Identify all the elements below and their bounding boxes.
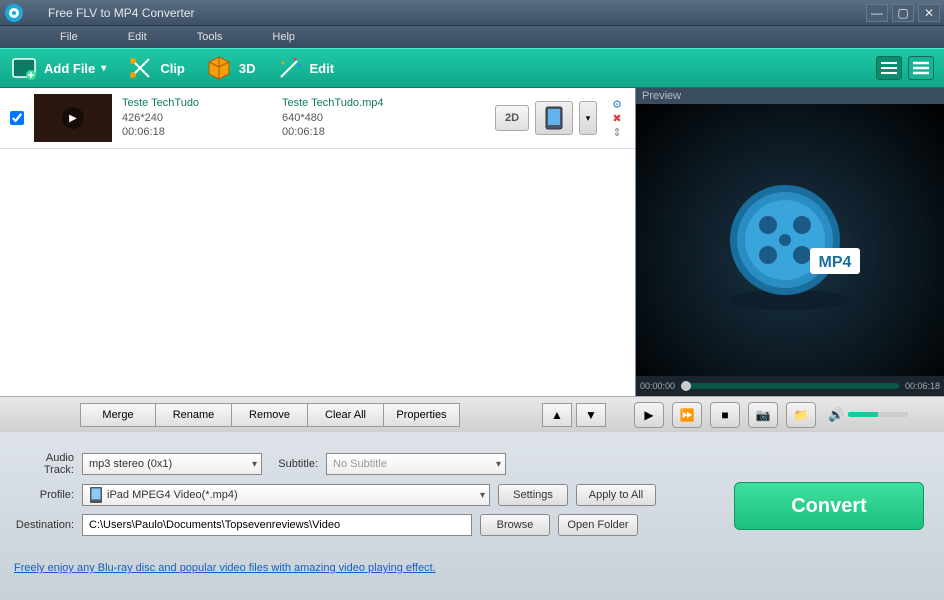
settings-panel: Audio Track: mp3 stereo (0x1) Subtitle: … <box>0 432 944 600</box>
clip-label: Clip <box>160 61 185 76</box>
add-file-label: Add File <box>44 61 95 76</box>
properties-button[interactable]: Properties <box>384 403 460 427</box>
view-menu-button[interactable] <box>908 56 934 80</box>
time-total: 00:06:18 <box>905 381 940 391</box>
add-file-button[interactable]: Add File ▾ <box>10 54 106 82</box>
open-folder-button-2[interactable]: Open Folder <box>558 514 638 536</box>
file-item[interactable]: ▶ Teste TechTudo 426*240 00:06:18 Teste … <box>0 88 635 149</box>
play-button[interactable]: ▶ <box>634 402 664 428</box>
source-resolution: 426*240 <box>122 111 272 126</box>
chevron-down-icon: ▾ <box>101 63 106 74</box>
forward-button[interactable]: ⏩ <box>672 402 702 428</box>
source-info: Teste TechTudo 426*240 00:06:18 <box>122 96 272 141</box>
destination-input[interactable] <box>82 514 472 536</box>
open-folder-button[interactable]: 📁 <box>786 402 816 428</box>
audio-track-select[interactable]: mp3 stereo (0x1) <box>82 453 262 475</box>
edit-label: Edit <box>310 61 335 76</box>
item-reorder-icon[interactable]: ⇕ <box>609 126 625 138</box>
device-profile-button[interactable] <box>535 101 573 135</box>
add-file-icon <box>10 54 38 82</box>
menu-file[interactable]: File <box>60 31 78 43</box>
move-down-button[interactable]: ▼ <box>576 403 606 427</box>
titlebar: Free FLV to MP4 Converter — ▢ ✕ <box>0 0 944 26</box>
maximize-button[interactable]: ▢ <box>892 4 914 22</box>
profile-select[interactable]: iPad MPEG4 Video(*.mp4) <box>82 484 490 506</box>
clear-all-button[interactable]: Clear All <box>308 403 384 427</box>
output-duration: 00:06:18 <box>282 125 422 140</box>
settings-button[interactable]: Settings <box>498 484 568 506</box>
format-badge: MP4 <box>819 254 852 271</box>
action-bar: Merge Rename Remove Clear All Properties… <box>0 396 944 432</box>
preview-label: Preview <box>636 88 944 104</box>
snapshot-button[interactable]: 📷 <box>748 402 778 428</box>
stop-button[interactable]: ■ <box>710 402 740 428</box>
item-delete-icon[interactable]: ✖ <box>609 112 625 124</box>
menu-edit[interactable]: Edit <box>128 31 147 43</box>
wand-icon <box>276 54 304 82</box>
file-thumbnail[interactable]: ▶ <box>34 94 112 142</box>
item-settings-icon[interactable]: ⚙ <box>609 98 625 110</box>
preview-screen[interactable]: MP4 <box>636 104 944 376</box>
timeline-slider[interactable] <box>681 383 899 389</box>
time-current: 00:00:00 <box>640 381 675 391</box>
clip-button[interactable]: Clip <box>126 54 185 82</box>
source-duration: 00:06:18 <box>122 125 272 140</box>
menubar: File Edit Tools Help <box>0 26 944 48</box>
3d-button[interactable]: 3D <box>205 54 256 82</box>
app-logo-icon <box>4 3 40 23</box>
menu-help[interactable]: Help <box>272 31 295 43</box>
promo-link[interactable]: Freely enjoy any Blu-ray disc and popula… <box>14 562 436 574</box>
source-name: Teste TechTudo <box>122 96 272 111</box>
browse-button[interactable]: Browse <box>480 514 550 536</box>
file-list: ▶ Teste TechTudo 426*240 00:06:18 Teste … <box>0 88 636 396</box>
audio-track-label: Audio Track: <box>14 452 74 476</box>
preview-timeline[interactable]: 00:00:00 00:06:18 <box>636 376 944 396</box>
edit-button[interactable]: Edit <box>276 54 335 82</box>
file-checkbox[interactable] <box>10 111 24 125</box>
subtitle-select[interactable]: No Subtitle <box>326 453 506 475</box>
subtitle-label: Subtitle: <box>270 458 318 470</box>
main-area: ▶ Teste TechTudo 426*240 00:06:18 Teste … <box>0 88 944 396</box>
volume-icon[interactable]: 🔊 <box>828 407 844 423</box>
view-list-button[interactable] <box>876 56 902 80</box>
scissors-icon <box>126 54 154 82</box>
menu-tools[interactable]: Tools <box>197 31 223 43</box>
profile-label: Profile: <box>14 489 74 501</box>
convert-button[interactable]: Convert <box>734 482 924 530</box>
play-overlay-icon: ▶ <box>62 107 84 129</box>
output-resolution: 640*480 <box>282 111 422 126</box>
volume-slider[interactable] <box>848 412 908 417</box>
output-info: Teste TechTudo.mp4 640*480 00:06:18 <box>282 96 422 141</box>
destination-label: Destination: <box>14 519 74 531</box>
rename-button[interactable]: Rename <box>156 403 232 427</box>
window-title: Free FLV to MP4 Converter <box>48 6 195 20</box>
merge-button[interactable]: Merge <box>80 403 156 427</box>
preview-panel: Preview MP4 00:00:00 00:06:18 <box>636 88 944 396</box>
apply-to-all-button[interactable]: Apply to All <box>576 484 656 506</box>
remove-button[interactable]: Remove <box>232 403 308 427</box>
2d-toggle-button[interactable]: 2D <box>495 105 529 131</box>
move-up-button[interactable]: ▲ <box>542 403 572 427</box>
device-dropdown-button[interactable]: ▾ <box>579 101 597 135</box>
minimize-button[interactable]: — <box>866 4 888 22</box>
3d-label: 3D <box>239 61 256 76</box>
output-name: Teste TechTudo.mp4 <box>282 96 422 111</box>
cube-3d-icon <box>205 54 233 82</box>
close-button[interactable]: ✕ <box>918 4 940 22</box>
player-controls: ▶ ⏩ ■ 📷 📁 🔊 <box>626 402 934 428</box>
toolbar: Add File ▾ Clip 3D Edit <box>0 48 944 88</box>
